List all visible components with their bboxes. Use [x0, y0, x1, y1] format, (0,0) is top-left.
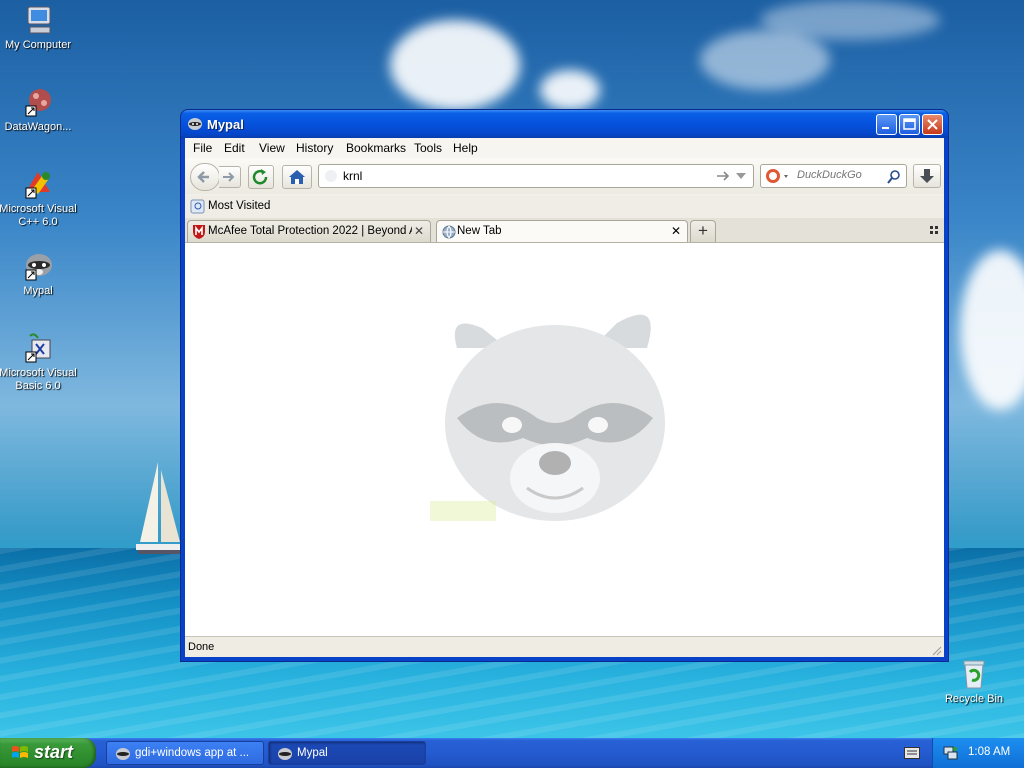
most-visited-label: Most Visited: [208, 200, 271, 212]
raccoon-logo-watermark: [430, 314, 665, 521]
browser-window: Mypal File Edit View History Bookmarks T…: [181, 110, 948, 661]
desktop-icon-label: Microsoft Visual Basic 6.0: [0, 367, 77, 392]
resize-grip-icon[interactable]: [930, 644, 942, 656]
page-content[interactable]: [185, 243, 944, 636]
tab-label: New Tab: [457, 225, 502, 237]
desktop-icon-visual-basic[interactable]: Microsoft Visual Basic 6.0: [0, 332, 78, 393]
close-icon: [927, 119, 938, 130]
page-identity-icon: [325, 170, 337, 182]
start-button[interactable]: start: [0, 738, 96, 768]
taskbar-item-label: gdi+windows app at ...: [135, 747, 250, 759]
search-bar[interactable]: [760, 164, 907, 188]
home-button[interactable]: [282, 165, 312, 189]
raccoon-icon: [22, 250, 54, 282]
close-button[interactable]: [922, 114, 943, 135]
navigation-toolbar: [185, 158, 944, 194]
keyboard-icon[interactable]: [904, 747, 920, 759]
back-button[interactable]: [190, 163, 220, 191]
menu-help[interactable]: Help: [453, 141, 478, 155]
reload-icon: [252, 169, 268, 185]
desktop-icon-label: DataWagon...: [4, 121, 72, 133]
tab-close-icon[interactable]: ✕: [671, 224, 681, 238]
download-icon: [920, 169, 934, 183]
desktop-icon-label: Recycle Bin: [944, 693, 1004, 705]
dropdown-icon[interactable]: [735, 171, 747, 181]
menu-bookmarks[interactable]: Bookmarks: [346, 141, 406, 155]
downloads-button[interactable]: [913, 164, 941, 188]
visual-cpp-icon: [22, 168, 54, 200]
desktop-icon-label: My Computer: [4, 39, 72, 51]
clock[interactable]: 1:08 AM: [968, 746, 1010, 758]
forward-button[interactable]: [219, 166, 241, 188]
new-tab-button[interactable]: +: [690, 220, 716, 242]
minimize-button[interactable]: [876, 114, 897, 135]
taskbar-item-label: Mypal: [297, 747, 328, 759]
raccoon-icon: [278, 748, 292, 760]
window-title: Mypal: [207, 117, 244, 132]
desktop-icon-label: Microsoft Visual C++ 6.0: [0, 203, 77, 228]
datawagon-icon: [22, 86, 54, 118]
tab-list-grid-icon[interactable]: [930, 226, 940, 236]
tab-close-icon[interactable]: ✕: [414, 224, 424, 238]
home-icon: [289, 170, 305, 184]
window-client: File Edit View History Bookmarks Tools H…: [185, 138, 944, 657]
address-input[interactable]: [341, 168, 705, 184]
system-tray: 1:08 AM: [932, 738, 1024, 768]
address-bar[interactable]: [318, 164, 754, 188]
minimize-icon: [882, 127, 889, 129]
most-visited-icon: [190, 199, 205, 214]
desktop-icon-recycle-bin[interactable]: Recycle Bin: [934, 658, 1014, 706]
back-arrow-icon: [197, 171, 209, 183]
raccoon-icon: [116, 748, 130, 760]
search-input[interactable]: [795, 168, 887, 182]
desktop-icon-my-computer[interactable]: My Computer: [0, 4, 78, 52]
recycle-bin-icon: [958, 658, 990, 690]
taskbar-item-mypal[interactable]: Mypal: [268, 741, 426, 765]
raccoon-icon: [188, 118, 202, 130]
desktop-icon-visual-cpp[interactable]: Microsoft Visual C++ 6.0: [0, 168, 78, 229]
taskbar-item-gdi-app[interactable]: gdi+windows app at ...: [106, 741, 264, 765]
go-arrow-icon[interactable]: [715, 169, 731, 183]
globe-icon: [442, 225, 456, 239]
tab-mcafee[interactable]: McAfee Total Protection 2022 | Beyond A.…: [187, 220, 431, 242]
network-icon[interactable]: [942, 745, 958, 761]
cloud: [760, 0, 940, 40]
menu-edit[interactable]: Edit: [224, 141, 245, 155]
windows-logo-icon: [12, 746, 28, 758]
menubar: File Edit View History Bookmarks Tools H…: [185, 138, 944, 158]
sailboat: [136, 462, 184, 554]
start-label: start: [34, 742, 74, 762]
search-icon[interactable]: [886, 169, 902, 185]
menu-file[interactable]: File: [193, 141, 212, 155]
tab-strip: McAfee Total Protection 2022 | Beyond A.…: [185, 218, 944, 243]
menu-history[interactable]: History: [296, 141, 333, 155]
desktop-icon-datawagon[interactable]: DataWagon...: [0, 86, 78, 134]
cloud: [390, 20, 520, 110]
bookmarks-toolbar: Most Visited: [185, 196, 944, 218]
cloud: [960, 250, 1024, 410]
menu-tools[interactable]: Tools: [414, 141, 442, 155]
window-titlebar[interactable]: Mypal: [181, 110, 948, 138]
computer-icon: [22, 4, 54, 36]
maximize-icon: [903, 118, 916, 130]
tab-new-tab[interactable]: New Tab ✕: [436, 220, 688, 242]
cloud: [700, 30, 830, 90]
visual-basic-icon: [22, 332, 54, 364]
taskbar: start gdi+windows app at ... Mypal 1:08 …: [0, 738, 1024, 768]
desktop-icon-mypal[interactable]: Mypal: [0, 250, 78, 298]
forward-arrow-icon: [223, 172, 235, 182]
maximize-button[interactable]: [899, 114, 920, 135]
menu-view[interactable]: View: [259, 141, 285, 155]
reload-button[interactable]: [248, 165, 274, 189]
status-bar: Done: [185, 636, 944, 657]
duckduckgo-icon[interactable]: [765, 168, 789, 184]
cloud: [540, 70, 600, 110]
tab-label: McAfee Total Protection 2022 | Beyond A.…: [208, 225, 412, 237]
status-text: Done: [188, 641, 215, 653]
desktop-icon-label: Mypal: [23, 285, 53, 297]
mcafee-shield-icon: [193, 225, 205, 239]
